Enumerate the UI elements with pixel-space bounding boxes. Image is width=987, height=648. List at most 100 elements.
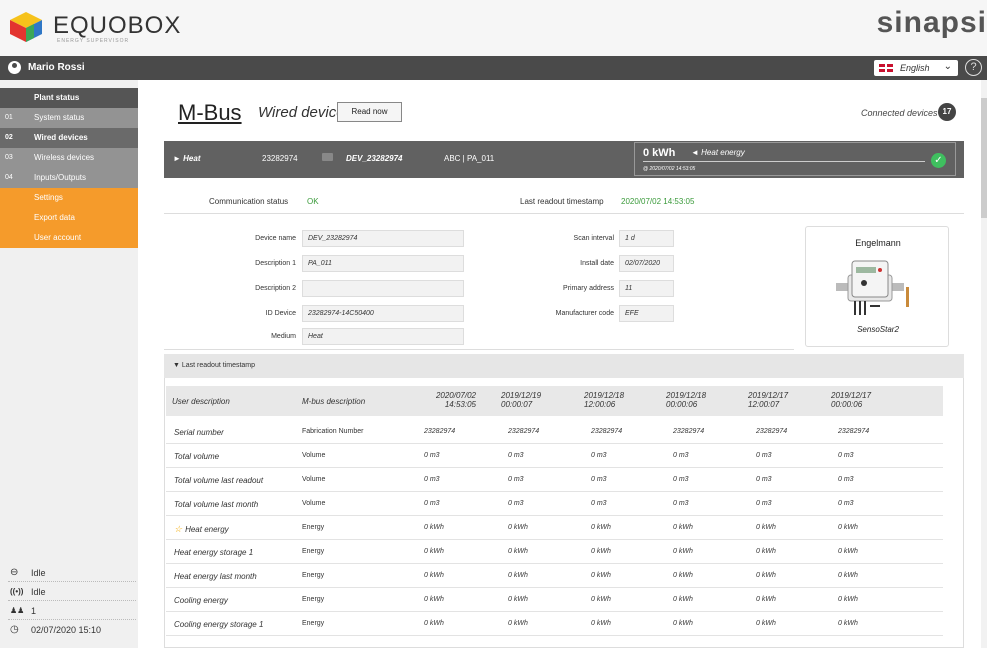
description1-field[interactable]: PA_011 [302,255,464,272]
sidebar-item-number: 04 [5,174,13,181]
last-readout-section-header[interactable]: ▼ Last readout timestamp [164,354,964,378]
table-header-cell: 2019/12/18 12:00:06 [584,391,625,409]
manufacturer-model: SensoStar2 [857,325,899,334]
star-icon[interactable]: ☆ [174,524,182,534]
status-row-clock: ◷ 02/07/2020 15:10 [8,621,136,639]
table-row[interactable]: Cooling energy Energy 0 kWh 0 kWh 0 kWh 0 kWh… [166,588,943,612]
table-row[interactable]: Heat energy storage 1 Energy 0 kWh 0 kWh 0 k… [166,540,943,564]
last-readout-value: 2020/07/02 14:53:05 [621,197,695,206]
table-header-cell: 2019/12/17 00:00:06 [831,391,872,409]
table-row[interactable]: Total volume last month Volume 0 m3 0 m3 0 m… [166,492,943,516]
value-cell: 0 kWh [508,548,528,555]
energy-timestamp: @ 2020/07/02 14:53:05 [643,166,696,172]
status-text: Idle [31,568,46,578]
section-title: ▼ Last readout timestamp [173,362,256,369]
device-header-bar[interactable]: ► Heat 23282974 DEV_23282974 ABC | PA_01… [164,141,964,178]
value-cell: 0 m3 [838,500,854,507]
table-row[interactable]: Heat energy last month Energy 0 kWh 0 kWh 0 … [166,564,943,588]
value-cell: 0 m3 [591,476,607,483]
user-name[interactable]: Mario Rossi [28,62,85,73]
top-bar: EQUOBOX ENERGY SUPERVISOR sinapsi [0,0,987,56]
id-device-label: ID Device [265,310,296,317]
equobox-logo[interactable]: EQUOBOX ENERGY SUPERVISOR [8,8,180,44]
user-description-cell: Total volume last month [174,500,258,509]
user-description-text: Serial number [174,428,224,437]
user-description-text: Cooling energy storage 1 [174,620,264,629]
value-cell: 23282974 [591,428,623,435]
comm-status-value: OK [307,197,319,206]
table-row[interactable]: Total volume last readout Volume 0 m3 0 m3 0… [166,468,943,492]
table-row[interactable]: Serial number Fabrication Number 23282974 2… [166,420,943,444]
value-cell: 0 m3 [424,476,440,483]
read-now-button[interactable]: Read now [337,102,402,122]
mbus-logo: M-Bus [178,100,242,126]
value-cell: 0 kWh [591,596,611,603]
value-cell: 0 kWh [756,596,776,603]
medium-field[interactable]: Heat [302,328,464,345]
status-row-users: ♟♟ 1 [8,602,136,620]
check-icon: ✓ [931,153,946,168]
sidebar-item-user-account[interactable]: User account [0,228,138,248]
table-row[interactable]: Cooling energy storage 1 Energy 0 kWh 0 kWh… [166,612,943,636]
sidebar-item-plant-status[interactable]: Plant status [0,88,138,108]
communication-info: Communication status OK Last readout tim… [164,188,964,214]
value-cell: 0 kWh [591,524,611,531]
value-cell: 0 m3 [756,476,772,483]
id-device-field[interactable]: 23282974-14C50400 [302,305,464,322]
sidebar-item-wired-devices[interactable]: 02 Wired devices [0,128,138,148]
language-label: English [900,63,930,73]
value-cell: 0 kWh [424,548,444,555]
sidebar-item-inputs-outputs[interactable]: 04 Inputs/Outputs [0,168,138,188]
description2-field[interactable] [302,280,464,297]
value-cell: 0 kWh [756,524,776,531]
logo-tagline: ENERGY SUPERVISOR [57,38,130,44]
device-name-field[interactable]: DEV_23282974 [302,230,464,247]
value-cell: 0 kWh [673,596,693,603]
user-description-text: Heat energy [185,525,229,534]
table-header-cell: 2020/07/02 14:53:05 [435,391,476,409]
value-cell: 23282974 [756,428,788,435]
main-content: M-Bus Wired devices Read now Connected d… [148,80,976,648]
comm-status-label: Communication status [209,197,289,206]
sidebar-item-system-status[interactable]: 01 System status [0,108,138,128]
help-icon[interactable]: ? [965,59,982,76]
device-name-label: Device name [255,235,296,242]
sidebar-item-wireless-devices[interactable]: 03 Wireless devices [0,148,138,168]
install-date-label: Install date [580,260,614,267]
value-cell: 0 kWh [424,572,444,579]
value-cell: 0 kWh [591,620,611,627]
users-icon: ♟♟ [10,606,25,615]
primary-address-field[interactable]: 11 [619,280,674,297]
table-row[interactable]: ☆ Heat energy Energy 0 kWh 0 kWh 0 kWh 0 kWh 0 … [166,516,943,540]
clock-icon: ◷ [10,624,19,635]
scan-interval-field[interactable]: 1 d [619,230,674,247]
manufacturer-card: Engelmann SensoStar2 [805,226,949,347]
sidebar-item-settings[interactable]: Settings [0,188,138,208]
user-icon [8,61,21,74]
device-serial: 23282974 [262,154,298,163]
value-cell: 0 kWh [591,572,611,579]
manufacturer-code-label: Manufacturer code [555,310,614,317]
mbus-description-cell: Fabrication Number [302,428,364,435]
cube-logo-icon [10,12,42,42]
value-cell: 0 kWh [508,596,528,603]
user-bar: Mario Rossi English ⌄ ? [0,56,987,80]
value-cell: 0 kWh [673,620,693,627]
value-cell: 0 kWh [508,524,528,531]
scrollbar-thumb[interactable] [981,98,987,218]
value-cell: 0 kWh [756,548,776,555]
manufacturer-code-field[interactable]: EFE [619,305,674,322]
sidebar-item-export-data[interactable]: Export data [0,208,138,228]
table-header-cell: 2019/12/17 12:00:07 [748,391,789,409]
install-date-field[interactable]: 02/07/2020 [619,255,674,272]
language-select[interactable]: English ⌄ [874,60,958,76]
divider [643,161,925,162]
table-row[interactable]: Total volume Volume 0 m3 0 m3 0 m3 0 m3 0 m3 0 … [166,444,943,468]
value-cell: 0 kWh [838,572,858,579]
mbus-description-cell: Energy [302,620,325,627]
connected-devices-label: Connected devices [861,108,938,118]
table-header: User description M-bus description 2020/… [166,386,943,416]
energy-summary: 0 kWh ◄ Heat energy @ 2020/07/02 14:53:0… [634,142,956,176]
table-header-cell: M-bus description [302,397,366,406]
primary-address-label: Primary address [563,285,614,292]
